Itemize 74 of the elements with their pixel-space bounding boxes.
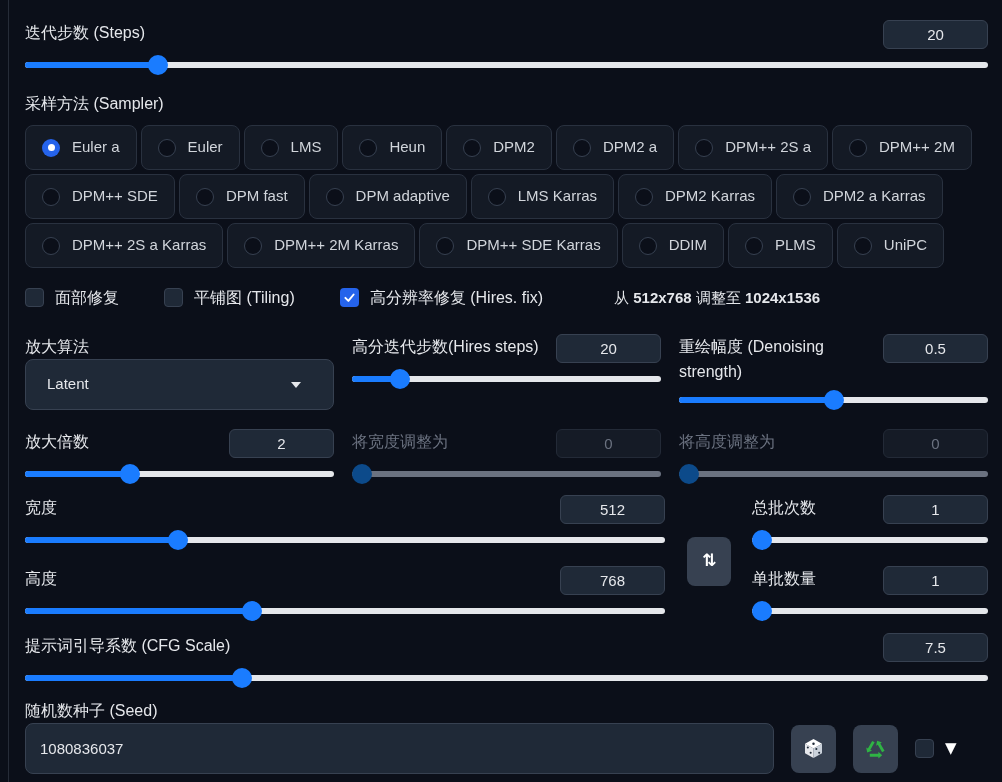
number-field[interactable]: 1 <box>883 566 988 595</box>
dropdown[interactable]: Latent <box>25 359 334 410</box>
sampler-option[interactable]: PLMS <box>728 223 833 268</box>
slider-track[interactable] <box>752 530 988 550</box>
slider-track[interactable] <box>25 55 988 75</box>
number-field[interactable]: 20 <box>556 334 661 363</box>
resize-info-text: 从 512x768 调整至 1024x1536 <box>614 288 821 308</box>
field-label: 随机数种子 (Seed) <box>25 701 159 721</box>
sampler-option[interactable]: Heun <box>342 125 443 170</box>
number-field[interactable]: 0.5 <box>883 334 988 363</box>
sampler-option[interactable]: LMS Karras <box>470 174 614 219</box>
slider-thumb[interactable] <box>120 464 141 484</box>
slider-track[interactable] <box>352 369 661 389</box>
slider-track[interactable] <box>25 601 665 621</box>
checkbox-icon[interactable] <box>915 739 934 758</box>
sampler-option[interactable]: DPM fast <box>178 174 305 219</box>
slider-track[interactable] <box>25 530 665 550</box>
slider-thumb[interactable] <box>242 601 262 621</box>
caret-icon <box>291 381 301 388</box>
field-label: 宽度 <box>25 498 57 518</box>
sampler-option[interactable]: DPM2 <box>446 125 552 170</box>
sampler-option[interactable]: Euler a <box>25 125 137 170</box>
sampler-option[interactable]: DPM2 a <box>555 125 675 170</box>
checkbox-option[interactable]: 面部修复 <box>25 285 119 310</box>
checkbox-option[interactable]: 高分辨率修复 (Hires. fix) <box>339 285 544 310</box>
number-field[interactable]: 768 <box>560 566 665 595</box>
swap-button[interactable]: ⇅ <box>687 536 731 586</box>
sampler-option[interactable]: DPM adaptive <box>308 174 467 219</box>
sampler-option[interactable]: LMS <box>243 125 339 170</box>
field-label: 迭代步数 (Steps) <box>25 23 145 43</box>
slider-thumb[interactable] <box>232 668 253 688</box>
slider-thumb[interactable] <box>823 390 844 410</box>
slider-track[interactable] <box>752 601 988 621</box>
sampler-option[interactable]: DPM++ 2M Karras <box>227 223 416 268</box>
sampler-option[interactable]: DPM2 Karras <box>618 174 772 219</box>
slider-track[interactable] <box>25 668 988 688</box>
sampler-option[interactable]: DPM++ SDE Karras <box>419 223 618 268</box>
sampler-option[interactable]: DPM++ 2S a <box>678 125 829 170</box>
slider-thumb[interactable] <box>752 530 772 550</box>
field-label: 单批数量 <box>752 569 816 589</box>
field-label: 高度 <box>25 569 57 589</box>
expand-toggle[interactable]: ▼ <box>945 737 957 760</box>
sampler-option[interactable]: DDIM <box>621 223 724 268</box>
slider-track[interactable] <box>679 390 988 410</box>
field-label: 高分迭代步数(Hires steps) <box>352 337 539 357</box>
random-seed-button[interactable] <box>791 724 836 773</box>
number-field[interactable]: 7.5 <box>883 633 988 662</box>
field-label: 放大算法 <box>25 337 90 357</box>
slider-thumb[interactable] <box>167 530 188 550</box>
number-field[interactable]: 2 <box>229 429 334 458</box>
number-field[interactable]: 512 <box>560 495 665 524</box>
field-label: 将高度调整为 <box>679 432 775 452</box>
number-field[interactable]: 1 <box>883 495 988 524</box>
field-label: 提示词引导系数 (CFG Scale) <box>25 636 231 656</box>
checkbox-option[interactable]: 平铺图 (Tiling) <box>164 285 295 310</box>
field-label: 采样方法 (Sampler) <box>25 94 165 114</box>
reuse-seed-button[interactable] <box>853 724 898 773</box>
dice-icon <box>805 739 822 758</box>
seed-field[interactable]: 1080836037 <box>25 723 774 774</box>
field-label: 将宽度调整为 <box>352 432 448 452</box>
field-label: 重绘幅度 (Denoising strength) <box>679 337 825 382</box>
sampler-option[interactable]: DPM++ 2M <box>832 125 972 170</box>
sampler-option[interactable]: DPM++ 2S a Karras <box>25 223 224 268</box>
slider-thumb[interactable] <box>752 601 772 621</box>
slider-track[interactable] <box>25 464 334 484</box>
sampler-option[interactable]: DPM2 a Karras <box>776 174 943 219</box>
field-label: 总批次数 <box>752 498 816 518</box>
slider-thumb[interactable] <box>389 369 410 389</box>
sampler-option[interactable]: DPM++ SDE <box>25 174 175 219</box>
field-label: 放大倍数 <box>25 432 89 452</box>
sampler-option[interactable]: UniPC <box>836 223 945 268</box>
number-field[interactable]: 20 <box>883 20 988 49</box>
sampler-option[interactable]: Euler <box>140 125 240 170</box>
slider-thumb[interactable] <box>147 55 168 75</box>
